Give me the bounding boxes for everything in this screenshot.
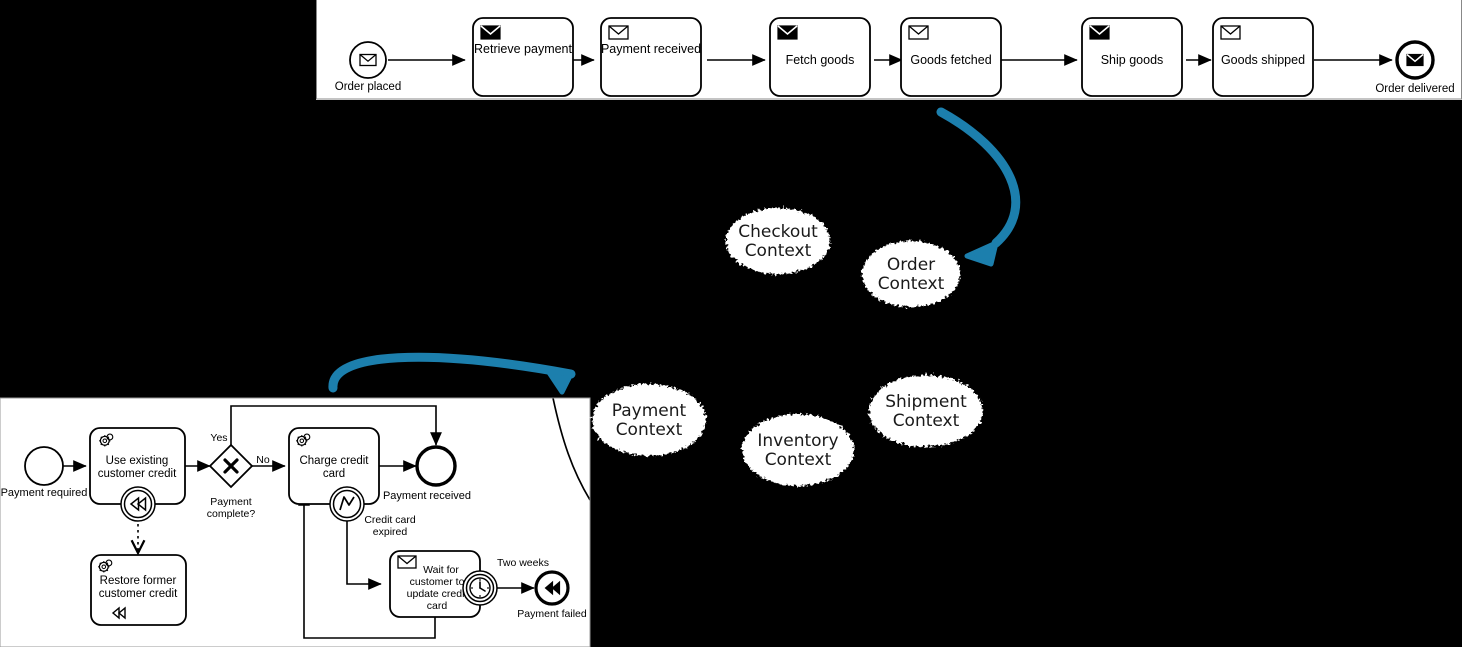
context-label-line1: Shipment [885, 392, 967, 412]
task-label-line2: customer credit [98, 468, 177, 480]
gateway-label-line2: complete? [207, 508, 256, 520]
start-event-circle [24, 446, 64, 486]
message-filled-icon [777, 25, 798, 40]
context-label-line2: Context [745, 241, 812, 261]
task-label-line1: Retrieve payment [474, 42, 572, 56]
event-label: Payment required [1, 487, 88, 499]
end-event-circle [415, 445, 457, 487]
gateway-label-line1: Payment [210, 496, 252, 508]
task-label-line3: update credit [407, 588, 468, 600]
task-label-line1: Goods fetched [910, 53, 991, 67]
diagram-canvas: Order placed Retrieve payment Payment re… [0, 0, 1462, 647]
message-outline-icon [608, 25, 629, 40]
task-goods-fetched[interactable]: Goods fetched [900, 17, 1002, 97]
task-label-line1: Wait for [423, 564, 459, 576]
context-label-line2: Context [616, 420, 683, 440]
context-label-line1: Checkout [738, 222, 818, 242]
clock-icon [469, 577, 491, 599]
task-ship-goods[interactable]: Ship goods [1081, 17, 1183, 97]
task-label-line2: customer credit [99, 588, 178, 600]
event-label: Order placed [335, 81, 401, 93]
flow-label-no: No [256, 454, 270, 466]
context-label-line2: Context [878, 274, 945, 294]
timer-boundary-event[interactable] [462, 570, 498, 606]
context-bubble-shipment[interactable]: Shipment Context [869, 375, 983, 447]
payment-process-panel: Payment required Use existing customer c… [0, 397, 591, 647]
message-outline-icon [397, 555, 417, 569]
task-label-line1: Use existing [106, 455, 169, 467]
task-label-line1: Ship goods [1101, 53, 1164, 67]
error-boundary-event[interactable] [329, 486, 365, 522]
context-bubble-inventory[interactable]: Inventory Context [742, 414, 854, 486]
task-label-line1: Charge credit [299, 455, 369, 467]
order-process-panel: Order placed Retrieve payment Payment re… [316, 0, 1462, 100]
task-retrieve-payment[interactable]: Retrieve payment [472, 17, 574, 97]
message-filled-icon [480, 25, 501, 40]
task-label-line1: Fetch goods [786, 53, 855, 67]
context-label-line1: Inventory [757, 431, 838, 451]
event-label: Payment received [383, 490, 471, 502]
compensation-boundary-event[interactable] [120, 486, 156, 522]
task-label-line4: card [427, 600, 448, 612]
context-bubble-order[interactable]: Order Context [862, 241, 960, 307]
event-label: Payment failed [517, 608, 587, 620]
task-goods-shipped[interactable]: Goods shipped [1212, 17, 1314, 97]
task-label-line2: card [323, 468, 345, 480]
boundary-label-line1: Credit card [364, 514, 416, 526]
task-label-line1: Payment received [601, 42, 701, 56]
message-outline-icon [908, 25, 929, 40]
message-icon [359, 53, 377, 67]
boundary-label-line2: expired [373, 526, 408, 538]
context-bubble-payment[interactable]: Payment Context [592, 384, 706, 456]
boundary-label: Two weeks [497, 557, 549, 569]
task-payment-received[interactable]: Payment received [600, 17, 702, 97]
message-outline-icon [1220, 25, 1241, 40]
task-label-line2: customer to [410, 576, 465, 588]
context-label-line1: Order [887, 255, 935, 275]
task-restore-former-customer-credit[interactable]: Restore former customer credit [90, 554, 187, 626]
boundary-outer-circle [329, 486, 365, 522]
context-label-line1: Payment [612, 401, 687, 421]
flow-label-yes: Yes [210, 432, 227, 444]
task-label-line1: Goods shipped [1221, 53, 1305, 67]
message-filled-icon [1089, 25, 1110, 40]
task-label-line1: Restore former [100, 575, 177, 587]
context-label-line2: Context [765, 450, 832, 470]
event-label: Order delivered [1375, 83, 1454, 95]
task-fetch-goods[interactable]: Fetch goods [769, 17, 871, 97]
context-label-line2: Context [893, 411, 960, 431]
message-filled-icon [1406, 53, 1424, 67]
context-bubble-checkout[interactable]: Checkout Context [726, 208, 830, 274]
